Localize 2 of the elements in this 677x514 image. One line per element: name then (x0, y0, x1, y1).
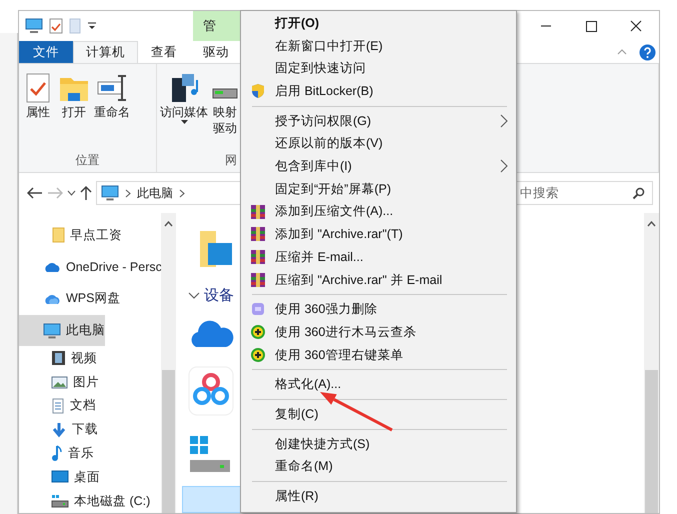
group-label: 位置 (74, 152, 100, 169)
group-label: 网 (225, 152, 237, 169)
